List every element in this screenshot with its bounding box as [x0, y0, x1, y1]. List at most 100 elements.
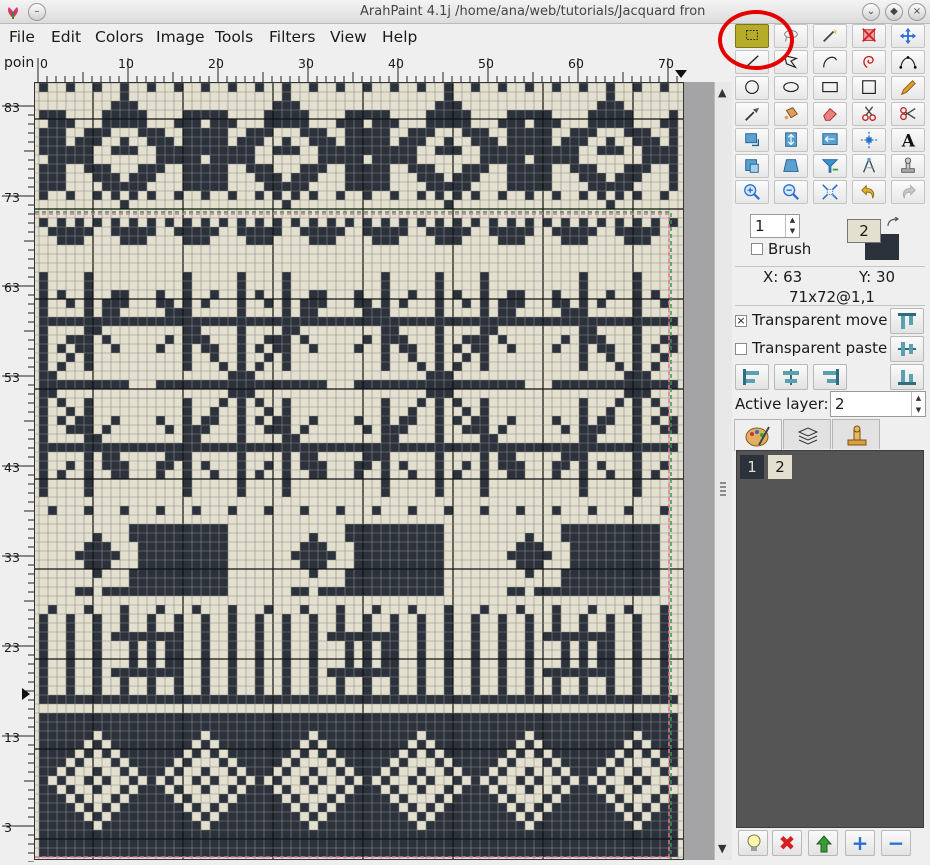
- square-tool-button[interactable]: [852, 76, 886, 100]
- align-middle-button[interactable]: [774, 364, 808, 390]
- menu-image[interactable]: Image: [156, 28, 205, 46]
- mirror-icon: [822, 133, 838, 145]
- layer-item[interactable]: 1: [740, 455, 764, 479]
- align-right-button[interactable]: [813, 364, 847, 390]
- add-layer-button[interactable]: +: [845, 830, 875, 856]
- mirror-tool-button[interactable]: [813, 128, 847, 152]
- transparent-move-label: Transparent move: [752, 311, 888, 329]
- menu-view[interactable]: View: [330, 28, 367, 46]
- align-bottom-button[interactable]: [890, 364, 924, 390]
- status-readout: X: 63 Y: 30 71x72@1,1: [735, 266, 925, 306]
- flip-vertical-tool-button[interactable]: [774, 128, 808, 152]
- palette-icon: [745, 426, 770, 447]
- tab-layers-palette[interactable]: [734, 419, 782, 451]
- eraser-tool-button[interactable]: [813, 102, 847, 126]
- ruler-marker-icon[interactable]: [675, 70, 687, 80]
- text-tool-button[interactable]: A: [891, 128, 925, 152]
- rectangle-outline-tool-button[interactable]: [813, 76, 847, 100]
- swap-colors-icon[interactable]: [886, 217, 900, 229]
- scroll-thumb[interactable]: [720, 482, 726, 496]
- align-left-icon: [743, 369, 759, 385]
- layer-list[interactable]: 1 2: [736, 450, 924, 828]
- align-left-button[interactable]: [735, 364, 769, 390]
- arrange-tool-button[interactable]: [852, 128, 886, 152]
- window-menu-button[interactable]: –: [28, 3, 46, 21]
- brush-checkbox[interactable]: [751, 243, 763, 255]
- svg-text:A: A: [901, 131, 916, 149]
- menu-help[interactable]: Help: [382, 28, 417, 46]
- cut-tool-button[interactable]: [852, 102, 886, 126]
- compass-tool-button[interactable]: [852, 154, 886, 178]
- remove-layer-button[interactable]: −: [881, 830, 911, 856]
- curve-tool-button[interactable]: [813, 50, 847, 74]
- merge-icon: [815, 835, 833, 853]
- y-tick-label: 43: [4, 460, 20, 475]
- stamp-tool-button[interactable]: [891, 154, 925, 178]
- transparent-paste-checkbox[interactable]: [735, 343, 747, 355]
- vertical-scrollbar[interactable]: ▲ ▼: [714, 82, 732, 860]
- close-button[interactable]: ×: [908, 3, 926, 21]
- jacquard-pattern[interactable]: [35, 83, 684, 860]
- menu-edit[interactable]: Edit: [51, 28, 81, 46]
- minimize-button[interactable]: ⌄: [862, 3, 880, 21]
- move-tool-button[interactable]: [891, 24, 925, 48]
- spinner-arrows-icon[interactable]: ▲ ▼: [911, 392, 925, 416]
- x-tick-label: 10: [118, 56, 134, 71]
- menu-colors[interactable]: Colors: [95, 28, 144, 46]
- brush-label: Brush: [768, 240, 812, 258]
- undo-tool-button[interactable]: [852, 180, 886, 204]
- hint-button[interactable]: [738, 830, 768, 856]
- zoom-fit-tool-button[interactable]: [813, 180, 847, 204]
- spiral-tool-button[interactable]: [852, 50, 886, 74]
- x-tick-label: 70: [658, 56, 674, 71]
- magic-wand-tool-button[interactable]: [813, 24, 847, 48]
- bezier-tool-button[interactable]: [891, 50, 925, 74]
- curve-icon: [823, 56, 837, 68]
- stamp-icon: [901, 157, 915, 173]
- drawing-canvas[interactable]: [34, 82, 684, 860]
- tab-stamp[interactable]: [832, 419, 880, 449]
- rectangle-outline-icon: [822, 82, 838, 93]
- zoom-out-tool-button[interactable]: [774, 180, 808, 204]
- deselect-tool-button[interactable]: [852, 24, 886, 48]
- brush-size-spinner[interactable]: 1 ▲ ▼: [750, 214, 800, 238]
- align-top-button[interactable]: [890, 308, 924, 334]
- delete-layer-button[interactable]: ✖: [772, 830, 802, 856]
- redo-tool-button[interactable]: [891, 180, 925, 204]
- title-bar: – ArahPaint 4.1j /home/ana/web/tutorials…: [0, 0, 930, 24]
- ellipse-outline-icon: [745, 80, 759, 94]
- ruler-row-marker-icon[interactable]: [22, 688, 32, 700]
- scroll-up-icon[interactable]: ▲: [718, 86, 726, 99]
- active-layer-spinner[interactable]: 2 ▲ ▼: [830, 391, 926, 417]
- align-center-button[interactable]: [890, 336, 924, 362]
- menu-filters[interactable]: Filters: [269, 28, 315, 46]
- pencil-tool-button[interactable]: [891, 76, 925, 100]
- transparent-move-checkbox[interactable]: ×: [735, 315, 747, 327]
- spinner-arrows-icon[interactable]: ▲ ▼: [785, 215, 799, 237]
- transparent-paste-label: Transparent paste: [752, 339, 888, 357]
- arrange-icon: [860, 131, 878, 149]
- zoom-in-tool-button[interactable]: [735, 180, 769, 204]
- x-tick-label: 0: [40, 56, 48, 71]
- crop-tool-button[interactable]: [735, 154, 769, 178]
- tab-layer-stack[interactable]: [783, 419, 831, 449]
- perspective-tool-button[interactable]: [774, 154, 808, 178]
- scroll-down-icon[interactable]: ▼: [718, 842, 726, 855]
- pencil-icon: [900, 80, 916, 96]
- merge-layer-button[interactable]: [808, 830, 838, 856]
- maximize-button[interactable]: ◆: [885, 3, 903, 21]
- eyedropper-tool-button[interactable]: [735, 102, 769, 126]
- filter-tool-button[interactable]: [813, 154, 847, 178]
- canvas-margin: [684, 82, 714, 860]
- scissors-tool-button[interactable]: [891, 102, 925, 126]
- horizontal-ruler: 0 10 20 30 40 50 60 70: [34, 54, 687, 82]
- menu-tools[interactable]: Tools: [215, 28, 253, 46]
- menu-file[interactable]: File: [9, 28, 35, 46]
- move-icon: [899, 27, 917, 45]
- fill-tool-button[interactable]: [774, 102, 808, 126]
- ellipse-outline-tool-button[interactable]: [735, 76, 769, 100]
- layer-item[interactable]: 2: [768, 455, 792, 479]
- foreground-color-swatch[interactable]: 2: [847, 219, 881, 243]
- ellipse-filled-tool-button[interactable]: [774, 76, 808, 100]
- rotate-tool-button[interactable]: [735, 128, 769, 152]
